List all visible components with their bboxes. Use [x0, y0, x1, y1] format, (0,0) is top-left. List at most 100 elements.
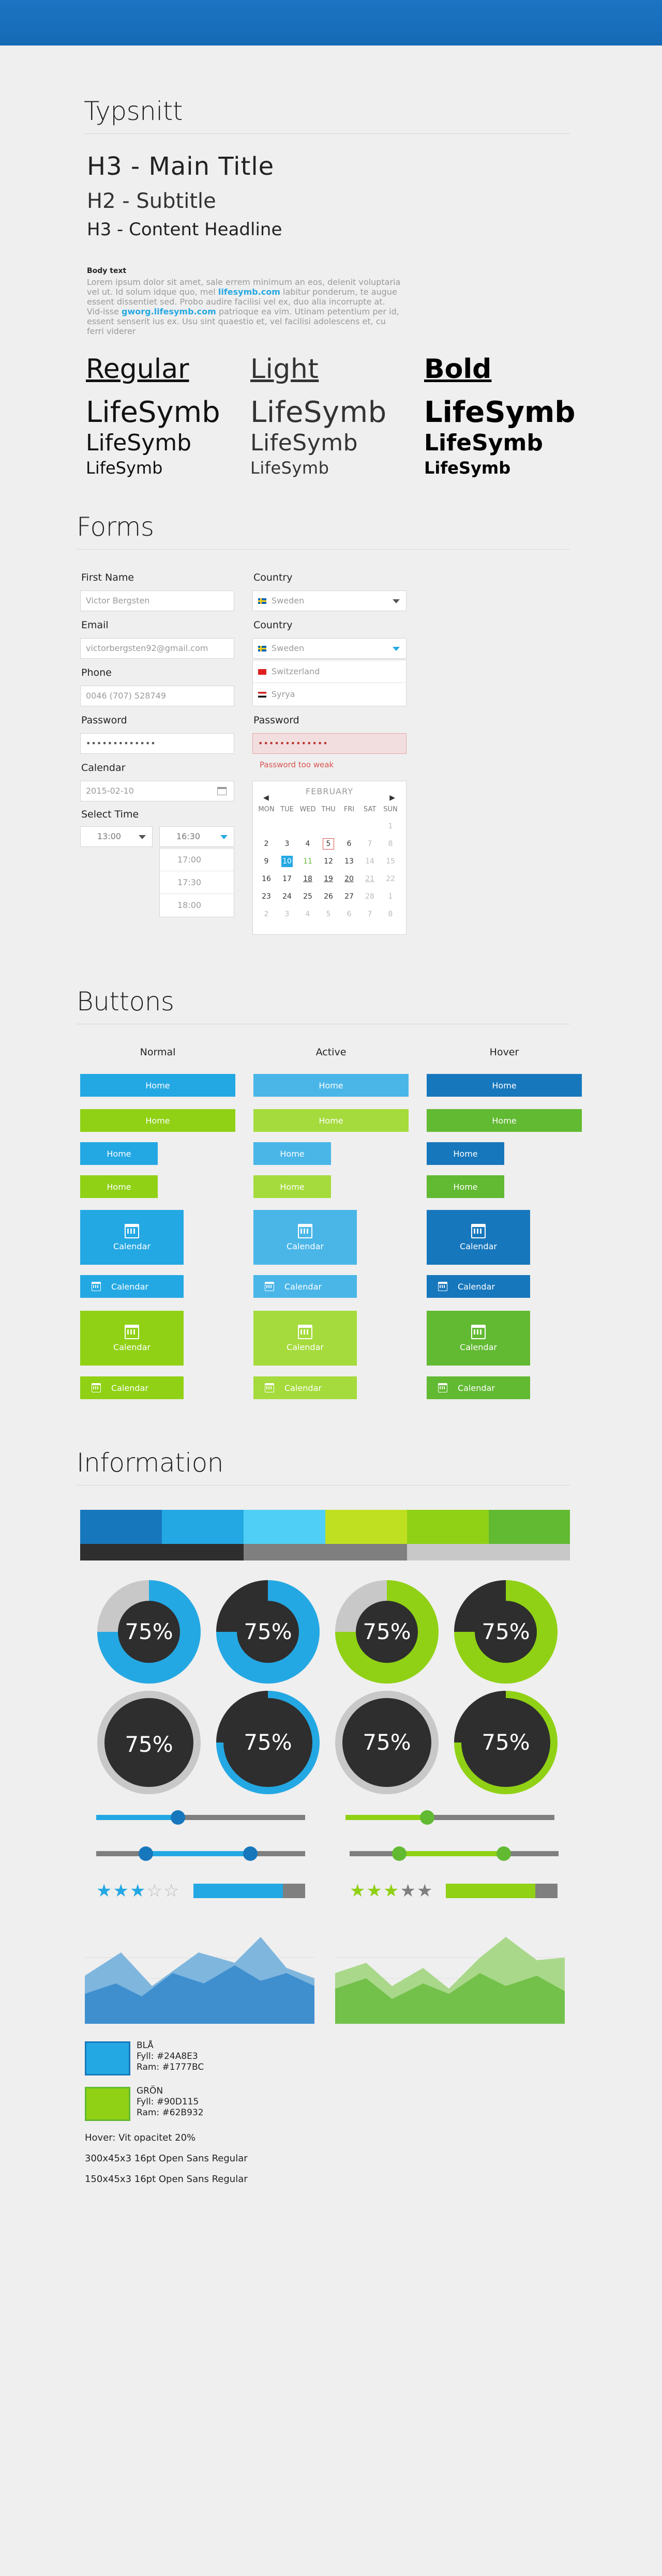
body-link[interactable]: gworg.lifesymb.com	[122, 307, 216, 316]
password-input-error[interactable]: •••••••••••••	[252, 733, 407, 754]
calendar-icon[interactable]	[217, 787, 227, 795]
country-option[interactable]: Switzerland	[253, 660, 406, 689]
calendar-button[interactable]: Calendar	[253, 1311, 357, 1366]
home-button[interactable]: Home	[80, 1175, 158, 1198]
calendar-day[interactable]: 1	[380, 817, 401, 835]
calendar-day[interactable]: 27	[339, 888, 359, 905]
calendar-day[interactable]: 9	[256, 853, 277, 870]
calendar-day[interactable]: 25	[297, 888, 318, 905]
star-filled-icon[interactable]: ★	[417, 1881, 433, 1901]
calendar-day[interactable]: 6	[339, 905, 359, 923]
home-button[interactable]: Home	[253, 1074, 409, 1097]
calendar-day[interactable]: 3	[277, 905, 297, 923]
calendar-button[interactable]: Calendar	[80, 1275, 184, 1298]
weight-sample-large: LifeSymb	[250, 396, 387, 429]
calendar-day[interactable]: 18	[297, 870, 318, 888]
calendar-day[interactable]: 4	[297, 835, 318, 853]
star-empty-icon[interactable]: ☆	[163, 1881, 180, 1901]
calendar-day[interactable]: 17	[277, 870, 297, 888]
country-select[interactable]: Sweden	[252, 590, 407, 611]
calendar-day[interactable]: 3	[277, 835, 297, 853]
calendar-day[interactable]: 8	[380, 905, 401, 923]
calendar-day[interactable]: 2	[256, 905, 277, 923]
calendar-day[interactable]: 8	[380, 835, 401, 853]
prev-month-icon[interactable]: ◀	[263, 787, 269, 808]
calendar-day[interactable]: 6	[339, 835, 359, 853]
calendar-button[interactable]: Calendar	[253, 1376, 357, 1399]
star-filled-icon[interactable]: ★	[113, 1881, 129, 1901]
calendar-day[interactable]: 11	[297, 853, 318, 870]
star-filled-icon[interactable]: ★	[96, 1881, 113, 1901]
time-select-a[interactable]: 13:00	[80, 826, 153, 847]
calendar-day[interactable]: 22	[380, 870, 401, 888]
calendar-day[interactable]: 14	[359, 853, 380, 870]
range-slider-handle-green[interactable]	[392, 1846, 407, 1861]
home-button[interactable]: Home	[80, 1074, 235, 1097]
password-input[interactable]: •••••••••••••	[80, 733, 234, 754]
home-button[interactable]: Home	[80, 1109, 235, 1132]
star-empty-icon[interactable]: ☆	[146, 1881, 163, 1901]
calendar-day[interactable]: 20	[339, 870, 359, 888]
home-button[interactable]: Home	[427, 1142, 504, 1165]
star-filled-icon[interactable]: ★	[366, 1881, 383, 1901]
calendar-button[interactable]: Calendar	[80, 1376, 184, 1399]
home-button[interactable]: Home	[427, 1109, 582, 1132]
calendar-day[interactable]: 19	[318, 870, 339, 888]
calendar-day[interactable]: 7	[359, 835, 380, 853]
body-link[interactable]: lifesymb.com	[218, 287, 280, 297]
calendar-button[interactable]: Calendar	[427, 1311, 530, 1366]
calendar-day[interactable]: 15	[380, 853, 401, 870]
home-button[interactable]: Home	[253, 1142, 331, 1165]
calendar-day[interactable]: 4	[297, 905, 318, 923]
time-option[interactable]: 18:00	[160, 894, 234, 917]
star-rating-green[interactable]: ★★★★★	[350, 1882, 433, 1900]
range-slider-handle-blue[interactable]	[243, 1846, 258, 1861]
home-button[interactable]: Home	[427, 1175, 504, 1198]
star-filled-icon[interactable]: ★	[400, 1881, 416, 1901]
calendar-button[interactable]: Calendar	[253, 1275, 357, 1298]
calendar-button[interactable]: Calendar	[427, 1376, 530, 1399]
calendar-button[interactable]: Calendar	[253, 1210, 357, 1265]
star-filled-icon[interactable]: ★	[350, 1881, 366, 1901]
calendar-input[interactable]: 2015-02-10	[80, 781, 234, 801]
calendar-day[interactable]: 28	[359, 888, 380, 905]
calendar-day[interactable]: 5	[318, 835, 339, 853]
calendar-day[interactable]: 7	[359, 905, 380, 923]
next-month-icon[interactable]: ▶	[389, 787, 396, 808]
calendar-button[interactable]: Calendar	[427, 1210, 530, 1265]
time-option[interactable]: 17:00	[160, 848, 234, 871]
country-select-open[interactable]: Sweden	[252, 638, 407, 659]
home-button[interactable]: Home	[253, 1109, 409, 1132]
calendar-day[interactable]: 2	[256, 835, 277, 853]
home-button[interactable]: Home	[80, 1142, 158, 1165]
slider-handle-green[interactable]	[420, 1810, 434, 1825]
first-name-input[interactable]: Victor Bergsten	[80, 590, 234, 611]
email-input[interactable]: victorbergsten92@gmail.com	[80, 638, 234, 659]
time-option[interactable]: 17:30	[160, 871, 234, 894]
calendar-day[interactable]: 26	[318, 888, 339, 905]
range-slider-handle-blue[interactable]	[139, 1846, 153, 1861]
country-option[interactable]: Syrya	[253, 683, 406, 706]
calendar-day[interactable]: 23	[256, 888, 277, 905]
star-filled-icon[interactable]: ★	[130, 1881, 146, 1901]
home-button[interactable]: Home	[253, 1175, 331, 1198]
calendar-button[interactable]: Calendar	[427, 1275, 530, 1298]
time-select-b[interactable]: 16:30	[159, 826, 234, 847]
range-slider-handle-green[interactable]	[496, 1846, 511, 1861]
calendar-day[interactable]: 1	[380, 888, 401, 905]
calendar-day[interactable]: 21	[359, 870, 380, 888]
star-rating-blue[interactable]: ★★★☆☆	[96, 1882, 180, 1900]
calendar-day[interactable]: 12	[318, 853, 339, 870]
calendar-button[interactable]: Calendar	[80, 1210, 184, 1265]
star-filled-icon[interactable]: ★	[383, 1881, 400, 1901]
calendar-button[interactable]: Calendar	[80, 1311, 184, 1366]
home-button[interactable]: Home	[427, 1074, 582, 1097]
slider-handle-blue[interactable]	[171, 1810, 185, 1825]
phone-input[interactable]: 0046 (707) 528749	[80, 686, 234, 706]
calendar-day[interactable]: 13	[339, 853, 359, 870]
calendar-day[interactable]: 10	[277, 853, 297, 870]
calendar-day[interactable]: 16	[256, 870, 277, 888]
rating-bar-fill	[446, 1884, 535, 1898]
calendar-day[interactable]: 5	[318, 905, 339, 923]
calendar-day[interactable]: 24	[277, 888, 297, 905]
